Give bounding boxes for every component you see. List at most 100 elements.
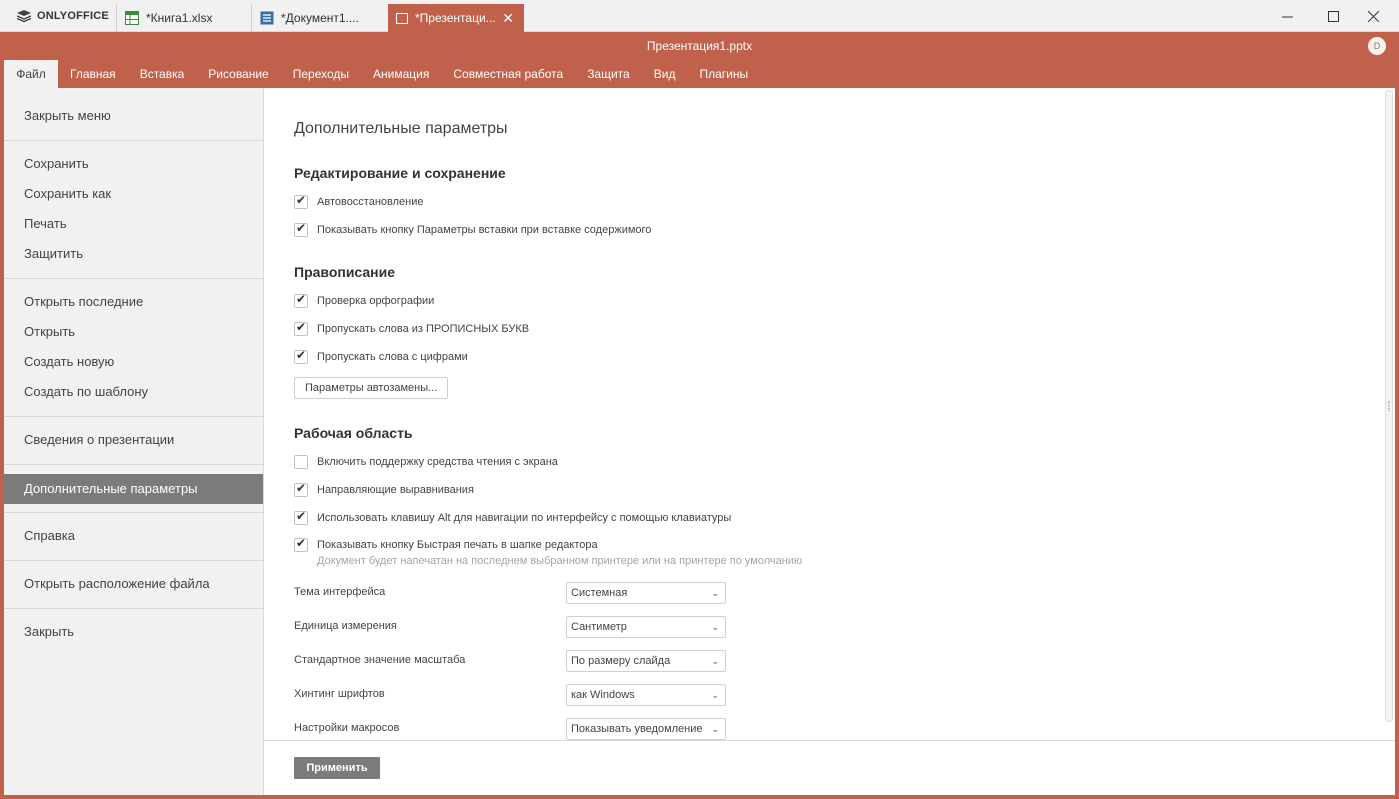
autocorrect-options-button[interactable]: Параметры автозамены... bbox=[294, 377, 449, 399]
page-title: Дополнительные параметры bbox=[294, 120, 508, 137]
theme-select[interactable]: Системная ⌄ bbox=[566, 582, 726, 604]
settings-footer: Применить bbox=[264, 740, 1395, 795]
select-value: Сантиметр bbox=[571, 621, 627, 633]
check-icon: ✔ bbox=[296, 292, 307, 306]
select-value: По размеру слайда bbox=[571, 655, 671, 667]
sidebar-item-close-menu[interactable]: Закрыть меню bbox=[4, 101, 263, 131]
tab-insert[interactable]: Вставка bbox=[128, 60, 197, 88]
checkbox-checked[interactable]: ✔ bbox=[294, 292, 308, 308]
ribbon-tabs: Файл Главная Вставка Рисование Переходы … bbox=[4, 60, 760, 88]
tab-document[interactable]: *Документ1.... bbox=[251, 4, 388, 32]
divider bbox=[4, 278, 263, 279]
tab-view[interactable]: Вид bbox=[642, 60, 688, 88]
check-icon: ✔ bbox=[296, 320, 307, 334]
tab-collaboration[interactable]: Совместная работа bbox=[441, 60, 575, 88]
unit-label: Единица измерения bbox=[294, 620, 397, 632]
sidebar-item-save-as[interactable]: Сохранить как bbox=[4, 179, 263, 209]
quick-print-checkbox[interactable]: ✔ Показывать кнопку Быстрая печать в шап… bbox=[294, 536, 598, 553]
unit-select[interactable]: Сантиметр ⌄ bbox=[566, 616, 726, 638]
macros-select[interactable]: Показывать уведомление ⌄ bbox=[566, 718, 726, 740]
tab-spreadsheet[interactable]: *Книга1.xlsx bbox=[116, 4, 251, 32]
checkbox-checked[interactable]: ✔ bbox=[294, 193, 308, 209]
alignment-guides-checkbox[interactable]: ✔ Направляющие выравнивания bbox=[294, 481, 474, 498]
document-title: Презентация1.pptx bbox=[646, 39, 753, 53]
check-icon: ✔ bbox=[296, 536, 307, 550]
tab-presentation[interactable]: *Презентаци... ✕ bbox=[388, 4, 524, 32]
zoom-select[interactable]: По размеру слайда ⌄ bbox=[566, 650, 726, 672]
divider bbox=[4, 416, 263, 417]
checkbox-checked[interactable]: ✔ bbox=[294, 348, 308, 364]
quick-print-note: Документ будет напечатан на последнем вы… bbox=[317, 555, 803, 567]
onlyoffice-logo[interactable]: ONLYOFFICE bbox=[0, 0, 116, 32]
sidebar-item-presentation-info[interactable]: Сведения о презентации bbox=[4, 425, 263, 455]
select-value: Системная bbox=[571, 587, 628, 599]
sidebar-item-create-new[interactable]: Создать новую bbox=[4, 347, 263, 377]
checkbox-checked[interactable]: ✔ bbox=[294, 221, 308, 237]
checkbox-label: Пропускать слова из ПРОПИСНЫХ БУКВ bbox=[317, 323, 530, 335]
checkbox-label: Автовосстановление bbox=[317, 196, 424, 208]
select-value: Показывать уведомление bbox=[571, 723, 703, 735]
close-tab-icon[interactable]: ✕ bbox=[502, 11, 514, 25]
tab-animation[interactable]: Анимация bbox=[361, 60, 441, 88]
close-icon bbox=[1367, 10, 1379, 22]
chevron-down-icon: ⌄ bbox=[711, 656, 719, 666]
sidebar-item-create-from-template[interactable]: Создать по шаблону bbox=[4, 377, 263, 407]
tab-label: *Документ1.... bbox=[281, 11, 359, 25]
divider bbox=[4, 140, 263, 141]
tab-home[interactable]: Главная bbox=[58, 60, 128, 88]
checkbox-label: Включить поддержку средства чтения с экр… bbox=[317, 456, 558, 468]
checkbox-label: Показывать кнопку Параметры вставки при … bbox=[317, 224, 652, 236]
document-icon bbox=[260, 11, 274, 25]
vertical-scrollbar[interactable] bbox=[1385, 90, 1393, 722]
sidebar-item-help[interactable]: Справка bbox=[4, 521, 263, 551]
presentation-icon bbox=[396, 12, 408, 24]
paste-options-checkbox[interactable]: ✔ Показывать кнопку Параметры вставки пр… bbox=[294, 221, 652, 238]
sidebar-item-recent[interactable]: Открыть последние bbox=[4, 287, 263, 317]
skip-uppercase-checkbox[interactable]: ✔ Пропускать слова из ПРОПИСНЫХ БУКВ bbox=[294, 320, 530, 337]
theme-label: Тема интерфейса bbox=[294, 586, 386, 598]
title-bar: ONLYOFFICE *Книга1.xlsx *Документ1.... *… bbox=[0, 0, 1399, 32]
advanced-settings-panel: Дополнительные параметры Редактирование … bbox=[264, 88, 1385, 740]
close-window-button[interactable] bbox=[1350, 0, 1396, 32]
checkbox-checked[interactable]: ✔ bbox=[294, 320, 308, 336]
check-icon: ✔ bbox=[296, 193, 307, 207]
tab-protection[interactable]: Защита bbox=[575, 60, 642, 88]
maximize-icon bbox=[1327, 10, 1339, 22]
divider bbox=[4, 464, 263, 465]
screen-reader-checkbox[interactable]: Включить поддержку средства чтения с экр… bbox=[294, 454, 558, 470]
tab-draw[interactable]: Рисование bbox=[196, 60, 280, 88]
check-icon: ✔ bbox=[296, 481, 307, 495]
chevron-down-icon: ⌄ bbox=[711, 588, 719, 598]
sidebar-item-protect[interactable]: Защитить bbox=[4, 239, 263, 269]
hinting-select[interactable]: как Windows ⌄ bbox=[566, 684, 726, 706]
macros-label: Настройки макросов bbox=[294, 722, 400, 734]
alt-navigation-checkbox[interactable]: ✔ Использовать клавишу Alt для навигации… bbox=[294, 509, 732, 526]
chevron-down-icon: ⌄ bbox=[711, 724, 719, 734]
apply-button[interactable]: Применить bbox=[294, 757, 380, 779]
sidebar-item-open[interactable]: Открыть bbox=[4, 317, 263, 347]
checkbox-checked[interactable]: ✔ bbox=[294, 481, 308, 497]
app-header: Презентация1.pptx D Файл Главная Вставка… bbox=[4, 32, 1395, 88]
divider bbox=[4, 512, 263, 513]
checkbox-checked[interactable]: ✔ bbox=[294, 536, 308, 552]
skip-digits-checkbox[interactable]: ✔ Пропускать слова с цифрами bbox=[294, 348, 468, 365]
sidebar-item-print[interactable]: Печать bbox=[4, 209, 263, 239]
tab-file[interactable]: Файл bbox=[4, 60, 58, 88]
scroll-grip-icon bbox=[1388, 401, 1390, 411]
spellcheck-checkbox[interactable]: ✔ Проверка орфографии bbox=[294, 292, 434, 309]
checkbox-label: Использовать клавишу Alt для навигации п… bbox=[317, 512, 732, 524]
hinting-label: Хинтинг шрифтов bbox=[294, 688, 385, 700]
divider bbox=[4, 560, 263, 561]
sidebar-item-open-file-location[interactable]: Открыть расположение файла bbox=[4, 569, 263, 599]
sidebar-item-close[interactable]: Закрыть bbox=[4, 617, 263, 647]
tab-transitions[interactable]: Переходы bbox=[281, 60, 361, 88]
minimize-button[interactable] bbox=[1264, 0, 1310, 32]
tab-plugins[interactable]: Плагины bbox=[687, 60, 760, 88]
user-avatar[interactable]: D bbox=[1368, 37, 1386, 55]
autorecover-checkbox[interactable]: ✔ Автовосстановление bbox=[294, 193, 424, 210]
checkbox-unchecked[interactable] bbox=[294, 455, 308, 469]
section-editing-title: Редактирование и сохранение bbox=[294, 165, 506, 181]
sidebar-item-advanced-settings[interactable]: Дополнительные параметры bbox=[4, 474, 263, 504]
checkbox-checked[interactable]: ✔ bbox=[294, 509, 308, 525]
sidebar-item-save[interactable]: Сохранить bbox=[4, 149, 263, 179]
